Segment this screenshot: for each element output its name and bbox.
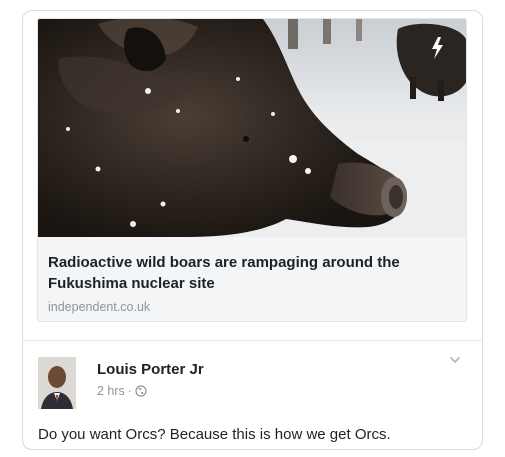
meta-separator: · [127,384,132,398]
post-time[interactable]: 2 hrs [97,384,125,398]
author-name[interactable]: Louis Porter Jr [97,361,204,378]
link-preview[interactable]: Radioactive wild boars are rampaging aro… [37,18,467,322]
divider [22,340,483,341]
link-preview-text[interactable]: Radioactive wild boars are rampaging aro… [38,237,466,321]
avatar[interactable] [38,357,76,409]
boar-illustration [38,19,466,237]
boar-photo[interactable] [38,19,466,237]
post-text: Do you want Orcs? Because this is how we… [38,426,391,443]
link-domain: independent.co.uk [48,300,151,314]
post-meta: 2 hrs · [97,384,147,398]
person-avatar-icon [38,357,76,409]
globe-icon[interactable] [135,385,147,397]
chevron-down-icon[interactable] [447,352,463,368]
link-headline[interactable]: Radioactive wild boars are rampaging aro… [48,252,460,294]
